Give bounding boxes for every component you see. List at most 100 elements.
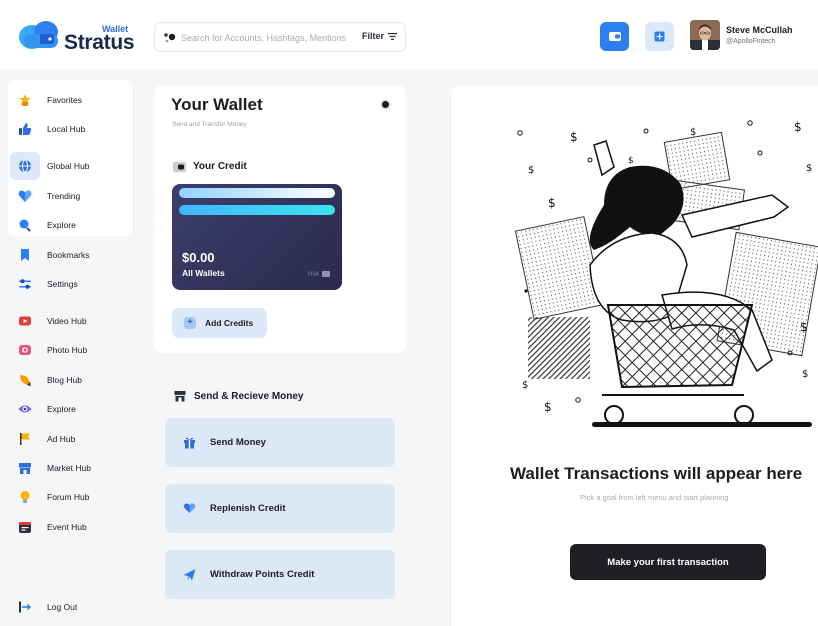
wallet-button[interactable] (600, 22, 629, 51)
sidebar-item-label: Favorites (47, 95, 82, 105)
first-transaction-button[interactable]: Make your first transaction (570, 544, 766, 580)
brand-logo[interactable]: Wallet Stratus (18, 18, 135, 54)
avatar[interactable] (690, 20, 720, 50)
send-money-button[interactable]: Send Money (165, 418, 395, 467)
card-brand: VISA (307, 271, 330, 277)
sidebar-item-photo-hub[interactable]: Photo Hub (16, 338, 126, 362)
search-dots-icon (164, 33, 176, 43)
heart-hand-icon (183, 503, 196, 513)
action-label: Replenish Credit (210, 503, 286, 514)
sidebar-item-label: Forum Hub (47, 492, 90, 502)
svg-text:$: $ (794, 120, 802, 134)
sidebar-item-label: Ad Hub (47, 434, 76, 444)
store-icon (16, 459, 34, 477)
transfer-section-header: Send & Recieve Money (174, 390, 303, 402)
sidebar-item-blog-hub[interactable]: Blog Hub (16, 368, 126, 392)
credit-wallet-icon (173, 161, 186, 172)
filter-label: Filter (361, 31, 384, 41)
shopping-cart-illustration: $ $ $ $ $ $ $ $ $ $ $ (514, 120, 818, 427)
logout-label: Log Out (47, 602, 78, 612)
add-button[interactable] (645, 22, 674, 51)
sidebar-item-video-hub[interactable]: Video Hub (16, 309, 126, 333)
logout-icon (16, 598, 34, 616)
search-input[interactable] (181, 30, 356, 46)
svg-text:$: $ (544, 400, 552, 414)
bookmark-icon (16, 246, 34, 264)
sidebar-item-forum-hub[interactable]: Forum Hub (16, 485, 126, 509)
sidebar-item-label: Bookmarks (47, 250, 90, 260)
sidebar-item-event-hub[interactable]: Event Hub (16, 515, 126, 539)
transactions-panel: $ $ $ $ $ $ $ $ $ $ $ Wallet Transaction… (452, 85, 818, 626)
card-brand-text: VISA (307, 271, 319, 278)
withdraw-points-button[interactable]: Withdraw Points Credit (165, 550, 395, 599)
sidebar-item-explore[interactable]: Explore (16, 213, 126, 237)
sidebar-item-label: Blog Hub (47, 375, 82, 385)
sidebar-item-trending[interactable]: Trending (16, 184, 126, 208)
replenish-credit-button[interactable]: Replenish Credit (165, 484, 395, 533)
svg-text:$: $ (802, 369, 808, 380)
sidebar-item-label: Trending (47, 191, 81, 201)
cloud-logo-icon (19, 21, 58, 49)
sidebar-item-favorites[interactable]: Favorites (16, 88, 126, 112)
sidebar-item-label: Local Hub (47, 124, 86, 134)
sidebar-item-label: Settings (47, 279, 78, 289)
svg-text:$: $ (690, 127, 696, 138)
svg-text:$: $ (548, 196, 556, 210)
store-icon (174, 391, 186, 402)
user-handle: @ApolloFintech (726, 38, 776, 45)
svg-text:$: $ (528, 165, 534, 176)
heart-icon (16, 187, 34, 205)
credit-card[interactable]: $0.00 All Wallets VISA (172, 184, 342, 290)
card-label: All Wallets (182, 268, 225, 278)
sidebar-item-label: Explore (47, 220, 76, 230)
wallet-options-icon[interactable] (380, 99, 391, 110)
search-bar: Filter (154, 22, 406, 52)
filter-icon (388, 32, 397, 40)
svg-text:$: $ (522, 380, 528, 391)
flag-icon (16, 430, 34, 448)
paper-plane-icon (183, 569, 196, 581)
card-stripe (179, 188, 335, 198)
sidebar-item-market-hub[interactable]: Market Hub (16, 456, 126, 480)
sidebar-item-explore-2[interactable]: Explore (16, 397, 126, 421)
svg-text:$: $ (800, 320, 808, 334)
sidebar-item-global-hub[interactable]: Global Hub (16, 154, 126, 178)
plus-icon: + (184, 317, 196, 329)
svg-text:$: $ (806, 163, 812, 174)
sidebar-item-local-hub[interactable]: Local Hub (16, 117, 126, 141)
plus-icon (654, 31, 665, 42)
sidebar-item-label: Photo Hub (47, 345, 88, 355)
card-balance: $0.00 (182, 250, 215, 265)
empty-state-subtitle: Pick a goal from left menu and start pla… (580, 493, 729, 502)
gift-icon (184, 437, 195, 449)
credit-section-header: Your Credit (173, 161, 247, 172)
logout-button[interactable]: Log Out (16, 595, 126, 619)
add-credits-button[interactable]: + Add Credits (172, 308, 267, 338)
sidebar-item-ad-hub[interactable]: Ad Hub (16, 427, 126, 451)
empty-state-title: Wallet Transactions will appear here (510, 464, 803, 483)
sidebar-item-label: Event Hub (47, 522, 87, 532)
wallet-icon (609, 32, 621, 41)
card-chip-icon (322, 271, 330, 277)
globe-icon (16, 157, 34, 175)
sidebar-item-label: Explore (47, 404, 76, 414)
user-name[interactable]: Steve McCullah (726, 25, 793, 35)
sidebar-item-settings[interactable]: Settings (16, 272, 126, 296)
transfer-heading: Send & Recieve Money (194, 390, 304, 402)
sidebar-item-bookmarks[interactable]: Bookmarks (16, 243, 126, 267)
sidebar-item-label: Global Hub (47, 161, 90, 171)
search-icon (16, 216, 34, 234)
action-label: Withdraw Points Credit (210, 569, 315, 580)
page-subtitle: Send and Transfer Money (172, 121, 247, 128)
camera-icon (16, 341, 34, 359)
eye-icon (16, 400, 34, 418)
filter-button[interactable]: Filter (362, 31, 397, 41)
pen-icon (16, 371, 34, 389)
top-header: Wallet Stratus Filter (0, 0, 818, 70)
star-hand-icon (16, 91, 34, 109)
sidebar-item-label: Market Hub (47, 463, 91, 473)
lightbulb-icon (16, 488, 34, 506)
svg-text:$: $ (570, 130, 578, 144)
wallet-panel: Your Wallet Send and Transfer Money Your… (154, 85, 406, 353)
add-credits-label: Add Credits (205, 318, 254, 328)
